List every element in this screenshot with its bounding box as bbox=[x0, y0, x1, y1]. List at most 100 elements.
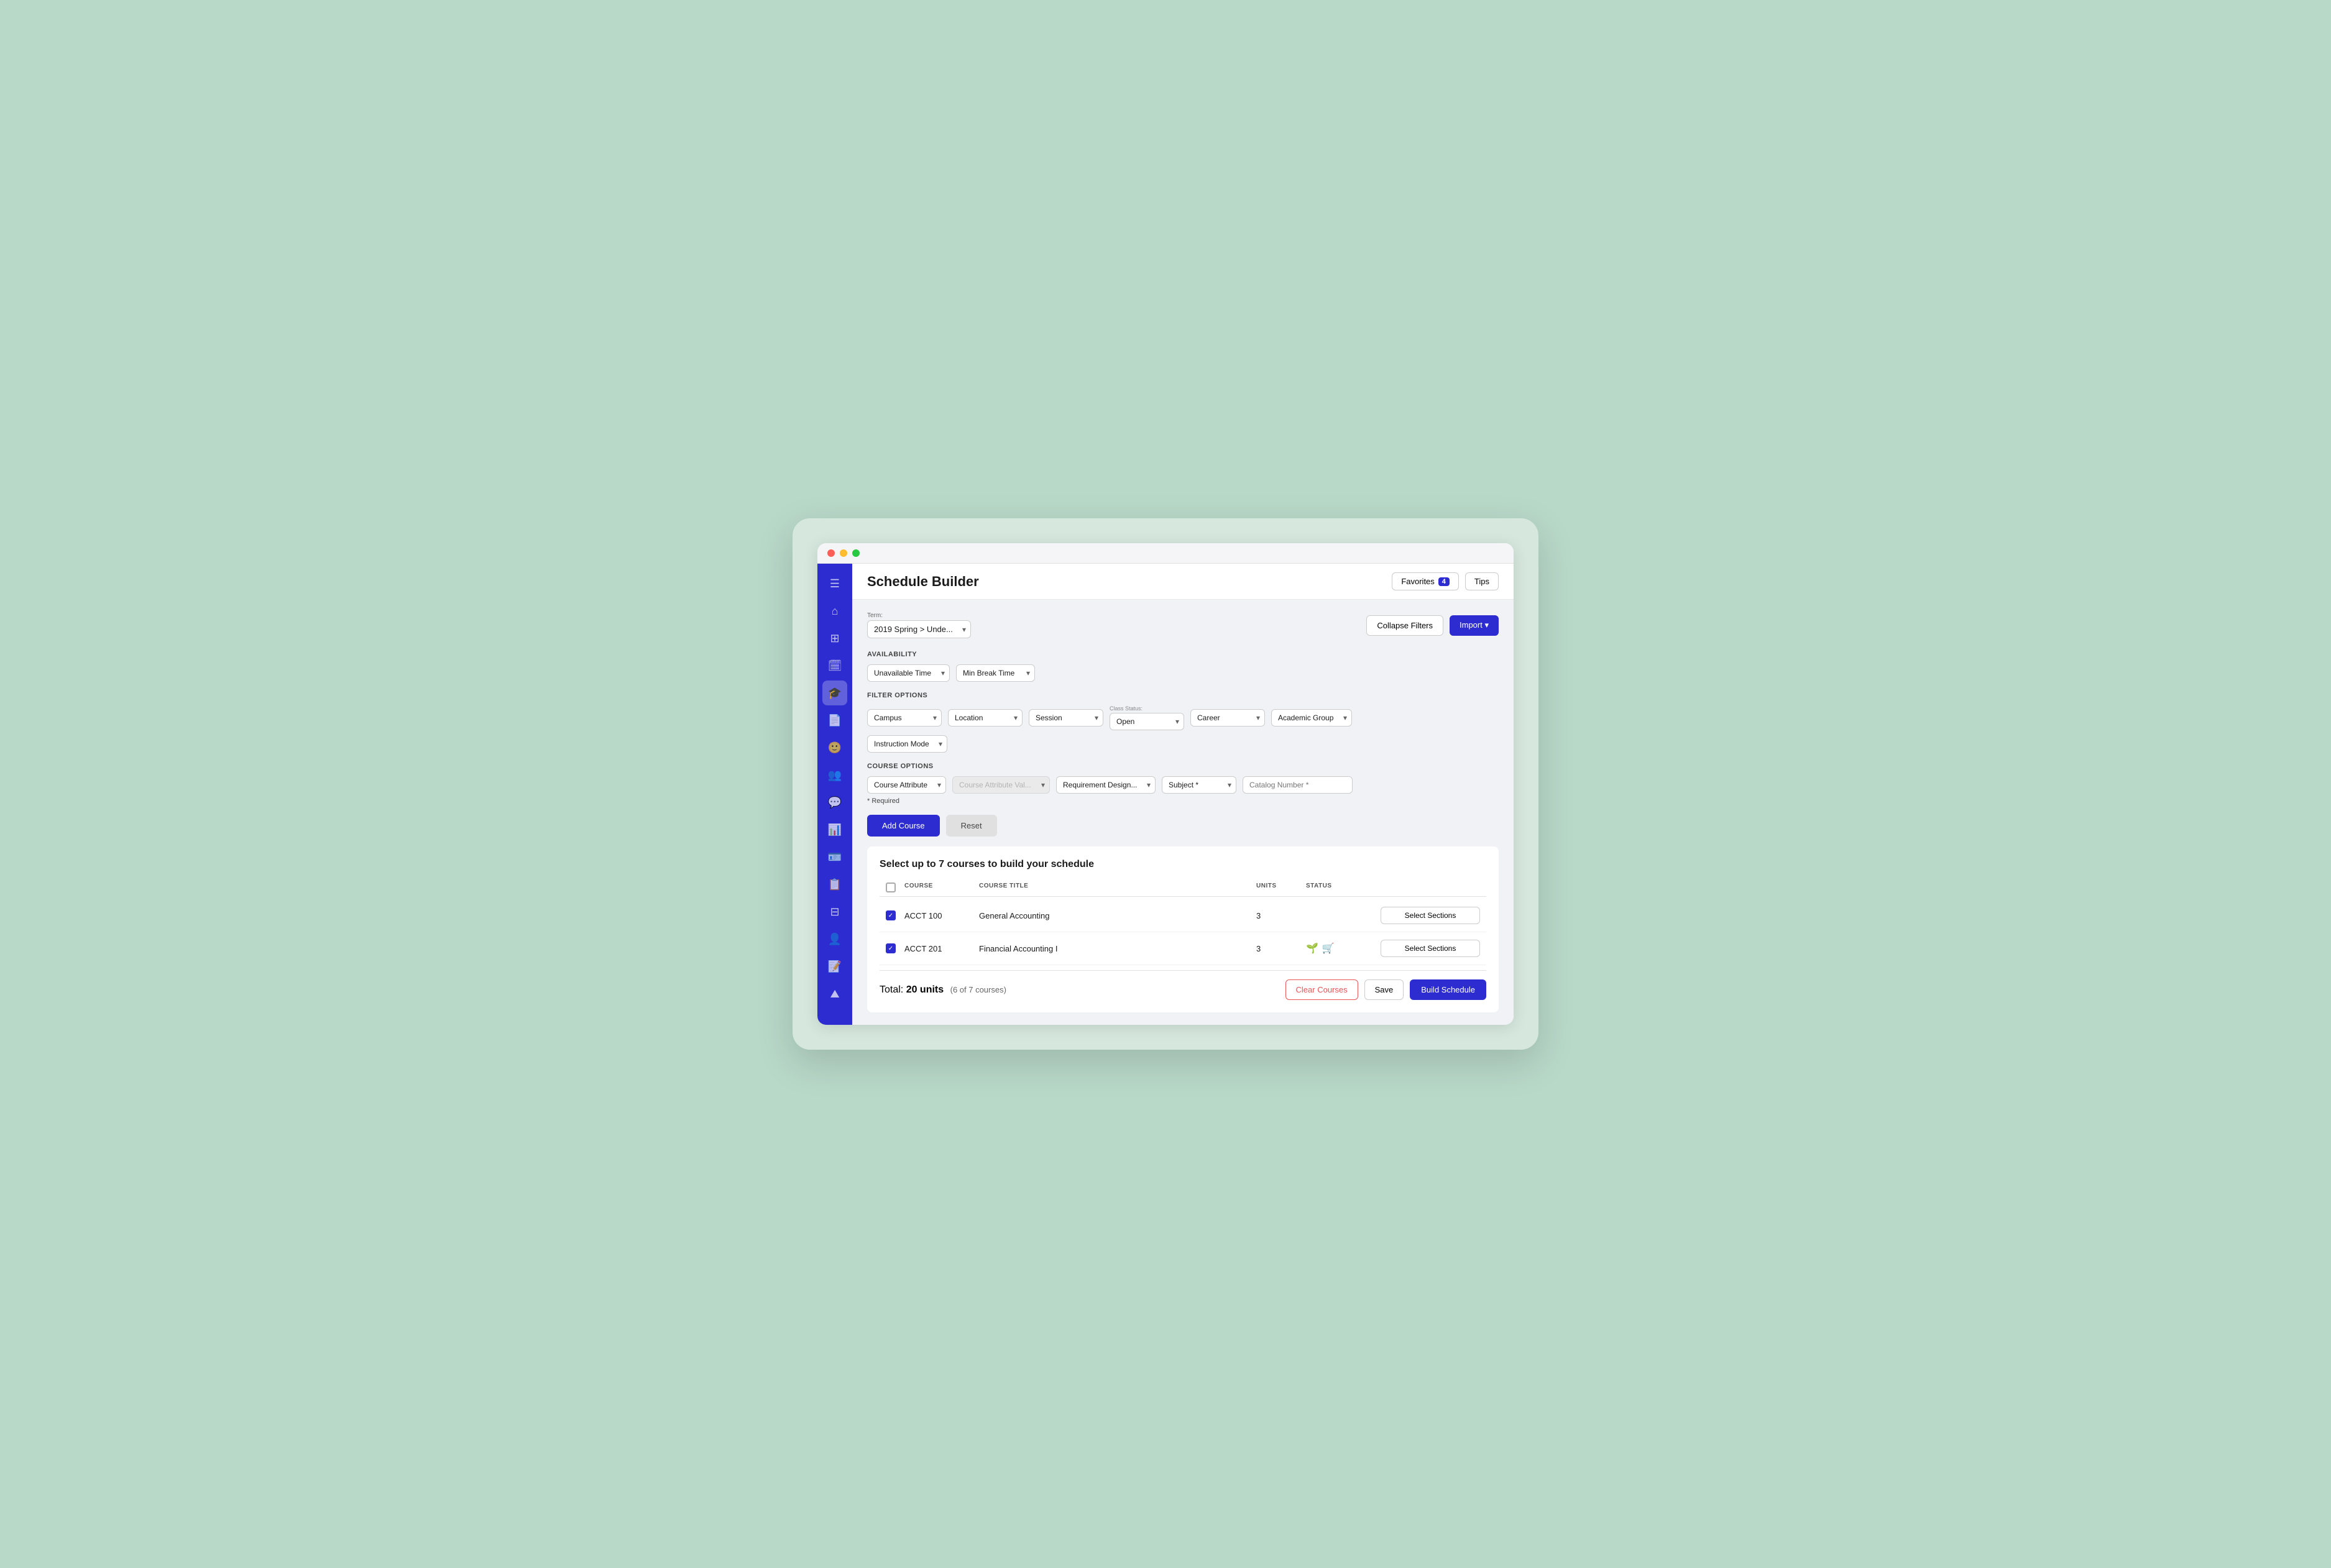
min-break-time-select[interactable]: Min Break Time Max Break Time bbox=[956, 664, 1035, 682]
header-buttons: Favorites 4 Tips bbox=[1392, 572, 1499, 590]
total-units: 20 units bbox=[906, 984, 944, 995]
sidebar-item-users[interactable]: 👥 bbox=[822, 763, 847, 787]
page-title: Schedule Builder bbox=[867, 574, 979, 590]
class-status-select-wrapper: Open bbox=[1110, 713, 1184, 730]
table-footer: Total: 20 units (6 of 7 courses) Clear C… bbox=[880, 970, 1486, 1000]
col-actions-header bbox=[1381, 883, 1480, 892]
course-attribute-val-wrapper: Course Attribute Val... bbox=[952, 776, 1050, 794]
add-course-button[interactable]: Add Course bbox=[867, 815, 940, 837]
session-select[interactable]: Session bbox=[1029, 709, 1103, 727]
sidebar-item-graduation[interactable]: 🎓 bbox=[822, 681, 847, 705]
academic-group-wrapper: Academic Group bbox=[1271, 709, 1352, 727]
sidebar-item-doc2[interactable]: 📝 bbox=[822, 954, 847, 979]
sidebar-item-card[interactable]: 🪪 bbox=[822, 845, 847, 869]
catalog-number-input[interactable] bbox=[1243, 776, 1353, 794]
total-info: Total: 20 units (6 of 7 courses) bbox=[880, 984, 1006, 996]
class-status-select[interactable]: Open bbox=[1110, 713, 1184, 730]
min-break-time-wrapper: Min Break Time Max Break Time bbox=[956, 664, 1035, 682]
clear-courses-button[interactable]: Clear Courses bbox=[1285, 979, 1358, 1000]
app-window: ☰ ⌂ ⊞ 🗓 🎓 📄 🙂 👥 💬 📊 🪪 📋 ⊟ 👤 📝 ⛰ bbox=[817, 543, 1514, 1025]
filter-options-row2: Instruction Mode bbox=[867, 735, 1499, 753]
instruction-mode-select[interactable]: Instruction Mode bbox=[867, 735, 947, 753]
total-label: Total: bbox=[880, 984, 906, 995]
availability-filters: Unavailable Time Available Time Min Brea… bbox=[867, 664, 1499, 682]
build-schedule-button[interactable]: Build Schedule bbox=[1410, 979, 1486, 1000]
term-select[interactable]: 2019 Spring > Unde... bbox=[867, 620, 971, 638]
table-header: COURSE COURSE TITLE UNITS STATUS bbox=[880, 879, 1486, 897]
campus-select[interactable]: Campus bbox=[867, 709, 942, 727]
tips-button[interactable]: Tips bbox=[1465, 572, 1499, 590]
sidebar-item-document[interactable]: 📄 bbox=[822, 708, 847, 733]
row1-checkbox[interactable] bbox=[886, 910, 896, 920]
row1-course: ACCT 100 bbox=[904, 911, 979, 920]
subject-select[interactable]: Subject * bbox=[1162, 776, 1236, 794]
row2-select-sections-button[interactable]: Select Sections bbox=[1381, 940, 1480, 957]
academic-group-select[interactable]: Academic Group bbox=[1271, 709, 1352, 727]
row1-select-sections-button[interactable]: Select Sections bbox=[1381, 907, 1480, 924]
term-label: Term: bbox=[867, 612, 971, 619]
course-attribute-val-select[interactable]: Course Attribute Val... bbox=[952, 776, 1050, 794]
course-attribute-select[interactable]: Course Attribute bbox=[867, 776, 946, 794]
course-table-section: Select up to 7 courses to build your sch… bbox=[867, 846, 1499, 1012]
collapse-filters-button[interactable]: Collapse Filters bbox=[1366, 615, 1443, 636]
app-layout: ☰ ⌂ ⊞ 🗓 🎓 📄 🙂 👥 💬 📊 🪪 📋 ⊟ 👤 📝 ⛰ bbox=[817, 564, 1514, 1025]
subject-wrapper: Subject * bbox=[1162, 776, 1236, 794]
availability-label: AVAILABILITY bbox=[867, 651, 1499, 658]
favorites-button[interactable]: Favorites 4 bbox=[1392, 572, 1459, 590]
course-options-section: COURSE OPTIONS Course Attribute Course A… bbox=[867, 763, 1499, 837]
unavailable-time-wrapper: Unavailable Time Available Time bbox=[867, 664, 950, 682]
term-select-wrapper: Term: 2019 Spring > Unde... bbox=[867, 612, 971, 638]
footer-buttons: Clear Courses Save Build Schedule bbox=[1285, 979, 1486, 1000]
sidebar-item-table[interactable]: ⊟ bbox=[822, 899, 847, 924]
reset-button[interactable]: Reset bbox=[946, 815, 997, 837]
location-select[interactable]: Location bbox=[948, 709, 1023, 727]
total-courses: (6 of 7 courses) bbox=[950, 985, 1006, 994]
outer-frame: ☰ ⌂ ⊞ 🗓 🎓 📄 🙂 👥 💬 📊 🪪 📋 ⊟ 👤 📝 ⛰ bbox=[793, 518, 1538, 1050]
row1-title: General Accounting bbox=[979, 911, 1256, 920]
term-actions: Collapse Filters Import ▾ bbox=[1366, 615, 1499, 636]
sidebar-item-menu[interactable]: ☰ bbox=[822, 571, 847, 596]
title-bar bbox=[817, 543, 1514, 564]
maximize-button[interactable] bbox=[852, 549, 860, 557]
required-note: * Required bbox=[867, 797, 1499, 805]
requirement-design-select[interactable]: Requirement Design... bbox=[1056, 776, 1156, 794]
import-button[interactable]: Import ▾ bbox=[1450, 615, 1499, 636]
career-wrapper: Career bbox=[1190, 709, 1265, 727]
sidebar-item-people[interactable]: 👤 bbox=[822, 927, 847, 951]
class-status-wrapper: Class Status: Open bbox=[1110, 705, 1184, 730]
row2-checkbox[interactable] bbox=[886, 943, 896, 953]
close-button[interactable] bbox=[827, 549, 835, 557]
sidebar-item-chart[interactable]: 📊 bbox=[822, 817, 847, 842]
unavailable-time-select[interactable]: Unavailable Time Available Time bbox=[867, 664, 950, 682]
sidebar-item-emoji[interactable]: 🙂 bbox=[822, 735, 847, 760]
filter-options-label: FILTER OPTIONS bbox=[867, 692, 1499, 699]
sidebar-item-chat[interactable]: 💬 bbox=[822, 790, 847, 815]
select-all-checkbox[interactable] bbox=[886, 883, 896, 892]
action-buttons: Add Course Reset bbox=[867, 815, 1499, 837]
col-course-header: COURSE bbox=[904, 883, 979, 892]
col-status-header: STATUS bbox=[1306, 883, 1381, 892]
campus-wrapper: Campus bbox=[867, 709, 942, 727]
row2-title: Financial Accounting I bbox=[979, 944, 1256, 953]
sidebar-item-mountain[interactable]: ⛰ bbox=[822, 981, 847, 1006]
favorites-badge: 4 bbox=[1438, 577, 1450, 586]
main-content: Schedule Builder Favorites 4 Tips bbox=[852, 564, 1514, 1025]
sidebar-item-home[interactable]: ⌂ bbox=[822, 598, 847, 623]
career-select[interactable]: Career bbox=[1190, 709, 1265, 727]
row2-units: 3 bbox=[1256, 944, 1306, 953]
content-area: Term: 2019 Spring > Unde... Collapse Fil… bbox=[852, 600, 1514, 1025]
course-options-row: Course Attribute Course Attribute Val... bbox=[867, 776, 1499, 794]
save-button[interactable]: Save bbox=[1364, 979, 1404, 1000]
instruction-mode-wrapper: Instruction Mode bbox=[867, 735, 947, 753]
minimize-button[interactable] bbox=[840, 549, 847, 557]
sidebar-item-grid[interactable]: ⊞ bbox=[822, 626, 847, 651]
location-wrapper: Location bbox=[948, 709, 1023, 727]
sidebar-item-calendar[interactable]: 🗓 bbox=[822, 653, 847, 678]
course-options-label: COURSE OPTIONS bbox=[867, 763, 1499, 770]
requirement-design-wrapper: Requirement Design... bbox=[1056, 776, 1156, 794]
availability-section: AVAILABILITY Unavailable Time Available … bbox=[867, 651, 1499, 682]
class-status-label: Class Status: bbox=[1110, 705, 1184, 712]
session-wrapper: Session bbox=[1029, 709, 1103, 727]
sidebar-item-list[interactable]: 📋 bbox=[822, 872, 847, 897]
seedling-icon: 🌱 bbox=[1306, 942, 1318, 955]
